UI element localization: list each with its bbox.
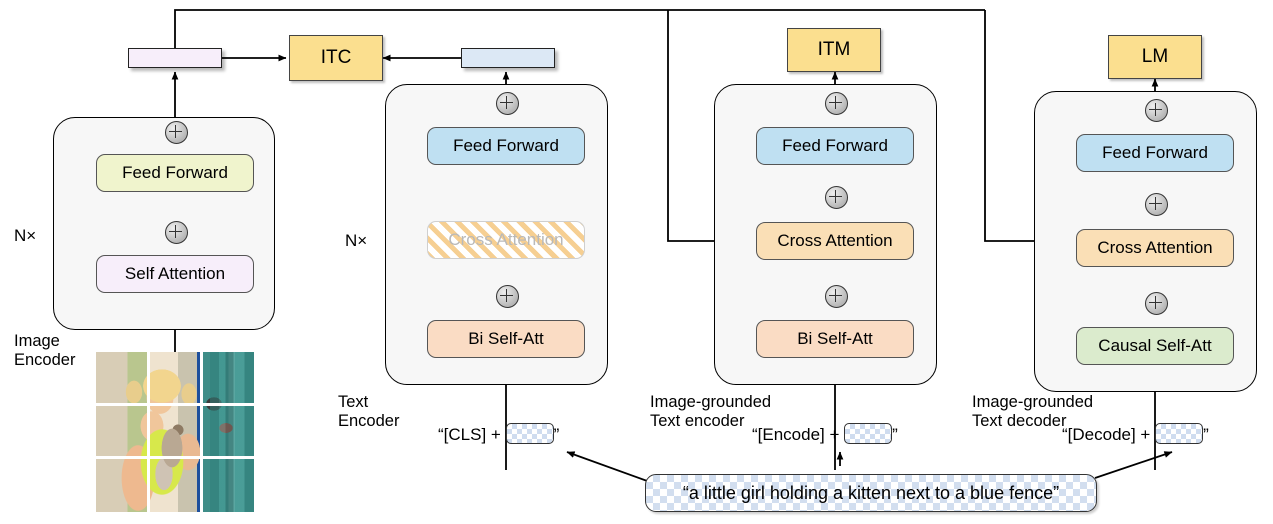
residual-add-image-ffn xyxy=(164,121,188,144)
residual-add-gd-attn xyxy=(1144,292,1168,315)
decode-prefix: “[Decode] + xyxy=(1062,425,1156,444)
image-encoder-repeat-label: N× xyxy=(14,226,37,245)
grounded-decoder-label-line1: Image-grounded xyxy=(972,393,1094,411)
grounded-decoder-input-token: “[Decode] + ” xyxy=(1062,423,1209,445)
grounded-encoder-bi-self-att-block[interactable]: Bi Self-Att xyxy=(756,320,914,358)
grounded-encoder-input-token: “[Encode] + ” xyxy=(752,423,898,445)
image-encoder-label-line2: Encoder xyxy=(14,351,76,369)
residual-add-ge-cross xyxy=(824,186,848,209)
residual-add-text-ffn xyxy=(495,92,519,115)
text-encoder-label-line1: Text xyxy=(338,393,369,411)
text-feature-bar xyxy=(461,48,555,68)
grounded-decoder-label-line2: Text decoder xyxy=(972,412,1067,430)
text-encoder-cross-attention-block-disabled: Cross Attention xyxy=(427,221,585,259)
residual-add-gd-ffn xyxy=(1144,99,1168,122)
image-encoder-self-attention-block[interactable]: Self Attention xyxy=(96,255,254,293)
grounded-encoder-cross-attention-block[interactable]: Cross Attention xyxy=(756,222,914,260)
text-encoder-bi-self-att-block[interactable]: Bi Self-Att xyxy=(427,320,585,358)
grounded-decoder-feed-forward-block[interactable]: Feed Forward xyxy=(1076,134,1234,172)
text-encoder-label-line2: Encoder xyxy=(338,412,400,430)
residual-add-ge-ffn xyxy=(824,92,848,115)
masked-text-chip xyxy=(505,423,554,444)
residual-add-gd-cross xyxy=(1144,193,1168,216)
masked-text-chip xyxy=(844,423,893,444)
diagram-canvas: N× Feed Forward Self Attention Image Enc… xyxy=(0,0,1273,524)
residual-add-text-attn xyxy=(495,285,519,308)
grounded-encoder-label-line2: Text encoder xyxy=(650,412,745,430)
image-encoder-module xyxy=(53,117,275,330)
grounded-encoder-feed-forward-block[interactable]: Feed Forward xyxy=(756,127,914,165)
grounded-decoder-causal-self-att-block[interactable]: Causal Self-Att xyxy=(1076,327,1234,365)
grounded-encoder-label-line1: Image-grounded xyxy=(650,393,772,411)
image-encoder-feed-forward-block[interactable]: Feed Forward xyxy=(96,154,254,192)
grounded-decoder-cross-attention-block[interactable]: Cross Attention xyxy=(1076,229,1234,267)
decode-suffix: ” xyxy=(1203,425,1209,444)
cls-suffix: ” xyxy=(553,425,560,444)
cls-prefix: “[CLS] + xyxy=(438,425,506,444)
encode-suffix: ” xyxy=(892,425,898,444)
image-encoder-label-line1: Image xyxy=(14,332,60,350)
input-caption-box: “a little girl holding a kitten next to … xyxy=(645,474,1097,512)
image-feature-bar xyxy=(128,48,222,68)
text-encoder-repeat-label: N× xyxy=(345,231,368,250)
objective-itc[interactable]: ITC xyxy=(289,35,383,81)
text-encoder-feed-forward-block[interactable]: Feed Forward xyxy=(427,127,585,165)
objective-itm[interactable]: ITM xyxy=(787,28,881,72)
input-image-patches xyxy=(96,352,254,512)
residual-add-image-attn xyxy=(164,221,188,244)
objective-lm[interactable]: LM xyxy=(1108,35,1202,79)
encode-prefix: “[Encode] + xyxy=(752,425,845,444)
text-encoder-input-token: “[CLS] + ” xyxy=(438,423,559,445)
residual-add-ge-attn xyxy=(824,285,848,308)
masked-text-chip xyxy=(1155,423,1204,444)
